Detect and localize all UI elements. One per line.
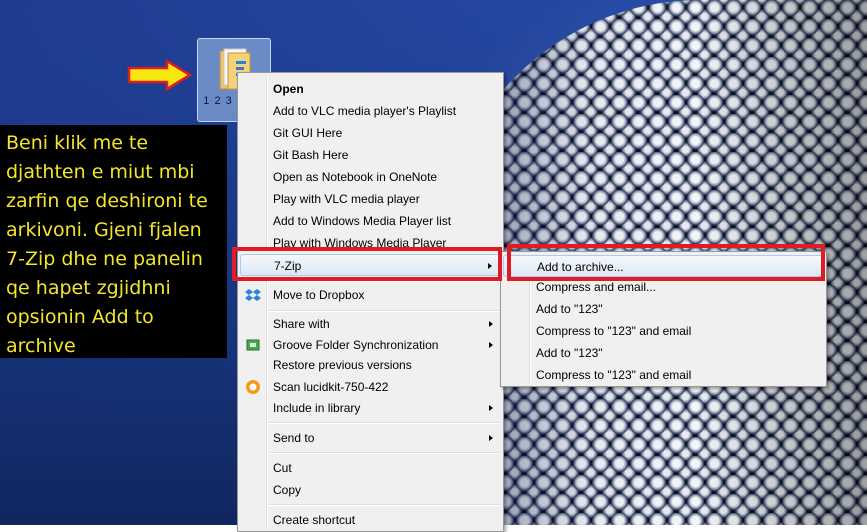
menu-item-restore-versions[interactable]: Restore previous versions <box>240 354 501 376</box>
menu-item-add-vlc-playlist[interactable]: Add to VLC media player's Playlist <box>240 100 501 122</box>
chevron-right-icon <box>489 405 493 411</box>
menu-separator <box>268 422 501 424</box>
dropbox-icon <box>245 289 261 301</box>
menu-item-onenote[interactable]: Open as Notebook in OneNote <box>240 166 501 188</box>
submenu-item-add-to-123-zip[interactable]: Add to "123" <box>503 342 824 364</box>
chevron-right-icon <box>489 342 493 348</box>
menu-item-copy[interactable]: Copy <box>240 479 501 501</box>
menu-item-create-shortcut[interactable]: Create shortcut <box>240 509 501 531</box>
menu-item-groove-sync[interactable]: Groove Folder Synchronization <box>240 334 501 356</box>
menu-item-scan[interactable]: Scan lucidkit-750-422 <box>240 376 501 398</box>
menu-item-open[interactable]: Open <box>240 78 501 100</box>
instruction-text: Beni klik me te djathten e miut mbi zarf… <box>0 125 227 358</box>
menu-item-git-bash[interactable]: Git Bash Here <box>240 144 501 166</box>
folder-label: 1 2 3 <box>203 95 233 107</box>
menu-item-include-library[interactable]: Include in library <box>240 397 501 419</box>
menu-separator <box>268 310 501 312</box>
chevron-right-icon <box>489 435 493 441</box>
context-menu: Open Add to VLC media player's Playlist … <box>237 72 504 532</box>
highlight-box-7zip <box>232 247 502 281</box>
menu-item-share-with[interactable]: Share with <box>240 313 501 335</box>
chevron-right-icon <box>489 321 493 327</box>
menu-item-add-wmp-list[interactable]: Add to Windows Media Player list <box>240 210 501 232</box>
groove-icon <box>246 339 260 351</box>
yellow-arrow-icon <box>127 59 193 91</box>
menu-separator <box>268 504 501 506</box>
menu-item-move-to-dropbox[interactable]: Move to Dropbox <box>240 284 501 306</box>
highlight-box-add-to-archive <box>507 244 825 281</box>
menu-item-git-gui[interactable]: Git GUI Here <box>240 122 501 144</box>
menu-item-cut[interactable]: Cut <box>240 457 501 479</box>
menu-item-play-vlc[interactable]: Play with VLC media player <box>240 188 501 210</box>
submenu-item-compress-123-zip-email[interactable]: Compress to "123" and email <box>503 364 824 386</box>
menu-separator <box>268 452 501 454</box>
submenu-item-add-to-123-7z[interactable]: Add to "123" <box>503 298 824 320</box>
submenu-item-compress-123-7z-email[interactable]: Compress to "123" and email <box>503 320 824 342</box>
menu-item-send-to[interactable]: Send to <box>240 427 501 449</box>
scan-icon <box>246 380 260 394</box>
